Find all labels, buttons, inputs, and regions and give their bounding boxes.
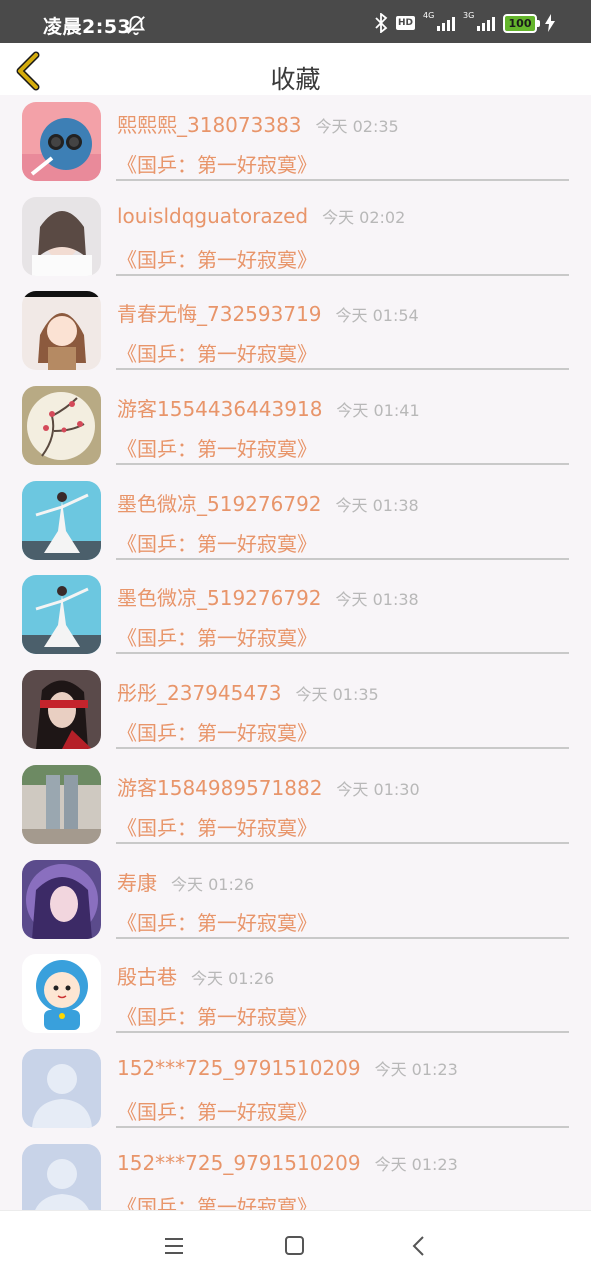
avatar[interactable] — [22, 954, 101, 1034]
status-time: 凌晨2:53 — [43, 16, 132, 38]
user-name[interactable]: 熙熙熙_318073383 — [117, 113, 302, 137]
avatar[interactable] — [22, 1048, 101, 1128]
user-name[interactable]: 墨色微凉_519276792 — [117, 492, 322, 516]
favorite-item[interactable]: 墨色微凉_519276792 今天 01:38 《国乒：第一好寂寞》 — [0, 474, 591, 569]
post-time: 今天 01:41 — [336, 401, 420, 421]
favorite-item[interactable]: 寿康 今天 01:26 《国乒：第一好寂寞》 — [0, 853, 591, 948]
favorite-title[interactable]: 《国乒：第一好寂寞》 — [117, 244, 317, 273]
name-line: 游客1554436443918 今天 01:41 — [117, 393, 420, 422]
favorites-list[interactable]: 熙熙熙_318073383 今天 02:35 《国乒：第一好寂寞》 louisldqg… — [0, 95, 591, 1210]
avatar[interactable] — [22, 102, 101, 181]
divider — [116, 557, 569, 560]
name-line: 152***725_9791510209 今天 01:23 — [117, 1151, 458, 1175]
user-name[interactable]: 游客1584989571882 — [117, 776, 322, 800]
avatar[interactable] — [22, 764, 101, 844]
user-name[interactable]: 寿康 — [117, 871, 157, 895]
divider — [116, 936, 569, 939]
divider — [116, 1125, 569, 1128]
post-time: 今天 01:23 — [374, 1059, 458, 1079]
navigation-bar — [0, 1210, 591, 1281]
status-bar: 凌晨2:53 HD 4G 3G 100 — [0, 0, 591, 43]
avatar[interactable] — [22, 575, 101, 655]
avatar[interactable] — [22, 480, 101, 560]
page-title: 收藏 — [270, 65, 321, 94]
divider — [116, 463, 569, 466]
post-time: 今天 02:35 — [315, 117, 399, 136]
post-time: 今天 01:38 — [335, 495, 419, 515]
favorite-title[interactable]: 《国乒：第一好寂寞》 — [117, 717, 317, 746]
menu-icon[interactable] — [163, 1235, 185, 1257]
hd-badge: HD — [395, 16, 415, 30]
user-name[interactable]: louisldqguatorazed — [117, 204, 308, 228]
favorite-item[interactable]: 殷古巷 今天 01:26 《国乒：第一好寂寞》 — [0, 947, 591, 1042]
name-line: louisldqguatorazed 今天 02:02 — [117, 204, 405, 228]
favorite-item[interactable]: 熙熙熙_318073383 今天 02:35 《国乒：第一好寂寞》 — [0, 95, 591, 190]
user-name[interactable]: 青春无悔_732593719 — [117, 302, 322, 326]
user-name[interactable]: 殷古巷 — [117, 965, 177, 989]
user-name[interactable]: 彤彤_237945473 — [117, 681, 282, 705]
favorite-title[interactable]: 《国乒：第一好寂寞》 — [117, 338, 317, 367]
favorite-item[interactable]: 青春无悔_732593719 今天 01:54 《国乒：第一好寂寞》 — [0, 284, 591, 379]
divider — [116, 179, 569, 181]
favorite-item[interactable]: 彤彤_237945473 今天 01:35 《国乒：第一好寂寞》 — [0, 663, 591, 758]
favorite-title[interactable]: 《国乒：第一好寂寞》 — [117, 528, 317, 557]
favorite-title[interactable]: 《国乒：第一好寂寞》 — [117, 907, 317, 936]
avatar[interactable] — [22, 859, 101, 939]
name-line: 墨色微凉_519276792 今天 01:38 — [117, 582, 419, 611]
name-line: 殷古巷 今天 01:26 — [117, 961, 274, 990]
battery-icon: 100 — [503, 13, 540, 33]
post-time: 今天 01:30 — [336, 779, 420, 799]
avatar[interactable] — [22, 386, 101, 466]
favorite-item[interactable]: 墨色微凉_519276792 今天 01:38 《国乒：第一好寂寞》 — [0, 568, 591, 663]
signal-4g-icon: 4G — [423, 11, 455, 33]
favorite-title[interactable]: 《国乒：第一好寂寞》 — [117, 1001, 317, 1030]
favorite-title[interactable]: 《国乒：第一好寂寞》 — [117, 1096, 317, 1125]
divider — [116, 747, 569, 750]
divider — [116, 1031, 569, 1034]
user-name[interactable]: 墨色微凉_519276792 — [117, 586, 322, 610]
notification-off-icon — [126, 15, 146, 36]
name-line: 寿康 今天 01:26 — [117, 867, 254, 896]
favorite-item[interactable]: 游客1584989571882 今天 01:30 《国乒：第一好寂寞》 — [0, 758, 591, 853]
signal-3g-icon: 3G — [463, 11, 495, 33]
name-line: 墨色微凉_519276792 今天 01:38 — [117, 488, 419, 517]
back-icon[interactable] — [408, 1235, 430, 1257]
avatar[interactable] — [22, 291, 101, 371]
header: 收藏 — [0, 43, 591, 95]
name-line: 青春无悔_732593719 今天 01:54 — [117, 298, 419, 327]
favorite-item[interactable]: 152***725_9791510209 今天 01:23 《国乒：第一好寂寞》 — [0, 1042, 591, 1137]
favorite-item[interactable]: 152***725_9791510209 今天 01:23 《国乒：第一好寂寞》 — [0, 1137, 591, 1210]
divider — [116, 368, 569, 371]
bluetooth-icon — [375, 13, 388, 33]
avatar[interactable] — [22, 670, 101, 750]
post-time: 今天 01:54 — [335, 306, 419, 326]
favorite-title[interactable]: 《国乒：第一好寂寞》 — [117, 149, 317, 178]
charging-icon — [545, 14, 555, 32]
divider — [116, 652, 569, 655]
divider — [116, 841, 569, 844]
name-line: 游客1584989571882 今天 01:30 — [117, 772, 420, 801]
user-name[interactable]: 152***725_9791510209 — [117, 1056, 361, 1080]
favorite-title[interactable]: 《国乒：第一好寂寞》 — [117, 433, 317, 462]
post-time: 今天 01:26 — [171, 874, 255, 894]
post-time: 今天 02:02 — [322, 207, 406, 227]
user-name[interactable]: 游客1554436443918 — [117, 397, 322, 421]
user-name[interactable]: 152***725_9791510209 — [117, 1151, 361, 1175]
favorite-item[interactable]: louisldqguatorazed 今天 02:02 《国乒：第一好寂寞》 — [0, 190, 591, 285]
favorite-title[interactable]: 《国乒：第一好寂寞》 — [117, 1191, 317, 1210]
favorite-title[interactable]: 《国乒：第一好寂寞》 — [117, 622, 317, 651]
divider — [116, 273, 569, 276]
favorite-title[interactable]: 《国乒：第一好寂寞》 — [117, 812, 317, 841]
avatar[interactable] — [22, 196, 101, 276]
name-line: 彤彤_237945473 今天 01:35 — [117, 677, 379, 706]
post-time: 今天 01:38 — [335, 590, 419, 610]
post-time: 今天 01:26 — [191, 969, 275, 989]
name-line: 熙熙熙_318073383 今天 02:35 — [117, 109, 399, 138]
home-icon[interactable] — [284, 1235, 306, 1257]
post-time: 今天 01:35 — [295, 685, 379, 705]
favorite-item[interactable]: 游客1554436443918 今天 01:41 《国乒：第一好寂寞》 — [0, 379, 591, 474]
name-line: 152***725_9791510209 今天 01:23 — [117, 1056, 458, 1080]
post-time: 今天 01:23 — [374, 1154, 458, 1174]
avatar[interactable] — [22, 1143, 101, 1210]
